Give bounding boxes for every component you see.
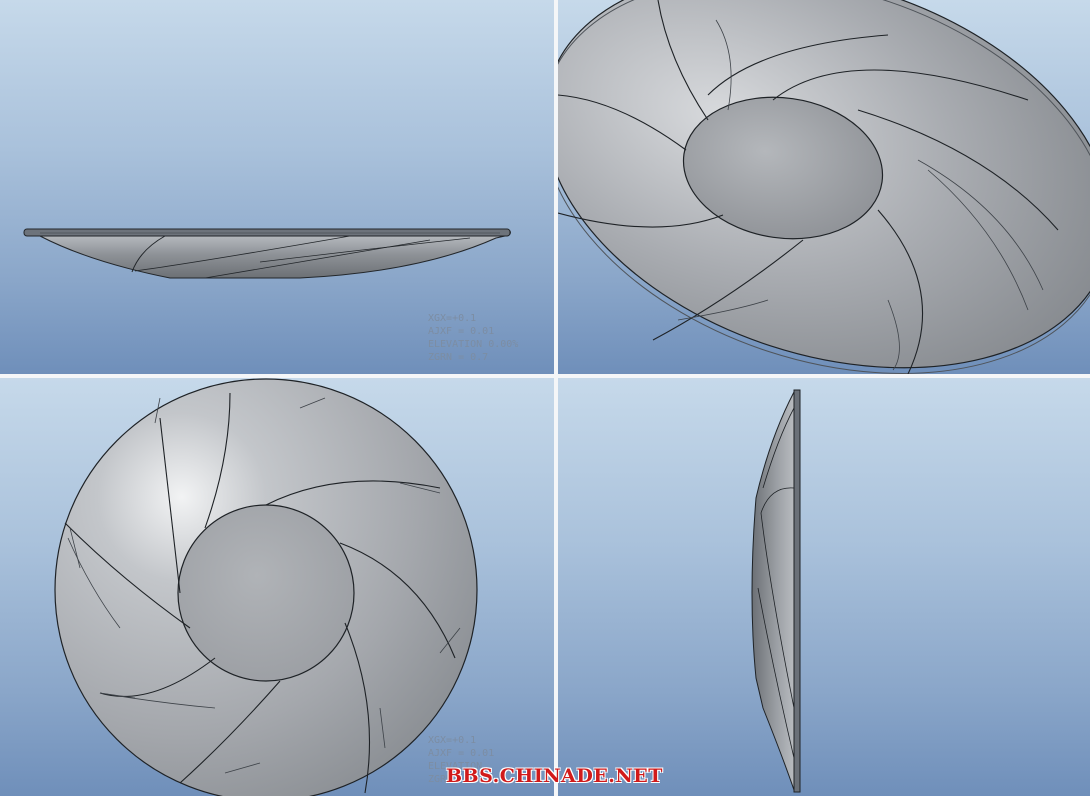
csys-line: XGX=+0.1 <box>428 313 477 324</box>
csys-line: AJXF = 0.01 <box>428 326 495 337</box>
viewport-side-view[interactable] <box>558 378 1090 796</box>
csys-line: ELEVATION 0.00% <box>428 339 519 350</box>
watermark: BBS.CHINADE.NET <box>446 765 663 787</box>
csys-line: ZGRN = 0.7 <box>428 352 489 363</box>
viewport-divider-vertical[interactable] <box>554 0 558 796</box>
isometric-view-model <box>558 0 1090 374</box>
side-view-model <box>751 389 801 793</box>
viewport-top-view[interactable]: XGX=+0.1 AJXF = 0.01 ELEVATION ZGRN = 0.7 <box>0 378 554 796</box>
viewport-divider-horizontal[interactable] <box>0 374 1090 378</box>
viewport-isometric-view[interactable] <box>558 0 1090 374</box>
csys-readout: XGX=+0.1 AJXF = 0.01 ELEVATION 0.00% ZGRN =… <box>428 312 518 364</box>
csys-line: AJXF = 0.01 <box>428 748 495 759</box>
csys-line: XGX=+0.1 <box>428 735 477 746</box>
viewport-front-view[interactable]: XGX=+0.1 AJXF = 0.01 ELEVATION 0.00% ZGRN =… <box>0 0 554 374</box>
